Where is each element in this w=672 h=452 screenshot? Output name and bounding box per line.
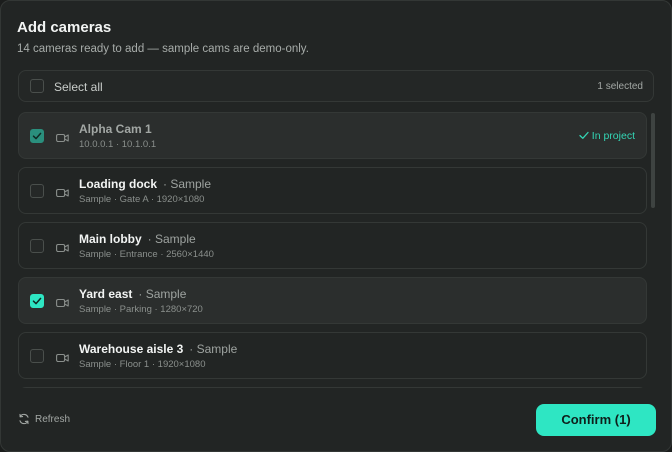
camera-row[interactable] <box>18 387 647 388</box>
camera-name: Main lobby · Sample <box>79 232 196 246</box>
sample-tag: · Sample <box>138 287 187 301</box>
camera-meta: Sample · Parking · 1280×720 <box>79 304 203 315</box>
refresh-label: Refresh <box>35 414 71 425</box>
camera-row[interactable]: Loading dock · Sample Sample · Gate A · 1… <box>18 167 647 214</box>
camera-row[interactable]: Main lobby · Sample Sample · Entrance · 2… <box>18 222 647 269</box>
camera-icon <box>56 240 69 258</box>
camera-checkbox[interactable] <box>30 239 44 253</box>
camera-name: Yard east · Sample <box>79 287 187 301</box>
camera-icon <box>56 295 69 313</box>
camera-meta: Sample · Entrance · 2560×1440 <box>79 249 214 260</box>
sample-tag: · Sample <box>147 232 196 246</box>
add-cameras-dialog: Add cameras 14 cameras ready to add — sa… <box>0 0 672 452</box>
scrollbar-thumb[interactable] <box>651 113 655 208</box>
sample-tag: · Sample <box>189 342 238 356</box>
camera-checkbox[interactable] <box>30 184 44 198</box>
camera-meta: 10.0.0.1 · 10.1.0.1 <box>79 139 157 150</box>
camera-checkbox[interactable] <box>30 349 44 363</box>
confirm-button[interactable]: Confirm (1) <box>536 404 656 436</box>
camera-icon <box>56 185 69 203</box>
camera-meta: Sample · Gate A · 1920×1080 <box>79 194 205 205</box>
camera-name: Loading dock · Sample <box>79 177 212 191</box>
camera-meta: Sample · Floor 1 · 1920×1080 <box>79 359 206 370</box>
camera-name: Alpha Cam 1 <box>79 122 152 136</box>
camera-row[interactable]: Yard east · Sample Sample · Parking · 128… <box>18 277 647 324</box>
selected-count: 1 selected <box>597 81 643 92</box>
camera-icon <box>56 130 69 148</box>
camera-checkbox[interactable] <box>30 129 44 143</box>
select-all-checkbox[interactable] <box>30 79 44 93</box>
camera-row[interactable]: Warehouse aisle 3 · Sample Sample · Floor… <box>18 332 647 379</box>
select-all-row[interactable]: Select all 1 selected <box>18 70 654 102</box>
camera-name: Warehouse aisle 3 · Sample <box>79 342 238 356</box>
refresh-icon <box>19 413 29 425</box>
check-icon <box>579 131 589 139</box>
camera-icon <box>56 350 69 368</box>
in-project-badge: In project <box>579 130 635 142</box>
camera-row[interactable]: Alpha Cam 1 10.0.0.1 · 10.1.0.1 In proje… <box>18 112 647 159</box>
dialog-title: Add cameras <box>17 19 112 36</box>
select-all-label: Select all <box>54 80 103 94</box>
camera-list[interactable]: Alpha Cam 1 10.0.0.1 · 10.1.0.1 In proje… <box>18 112 648 388</box>
sample-tag: · Sample <box>163 177 212 191</box>
dialog-subtitle: 14 cameras ready to add — sample cams ar… <box>17 43 309 55</box>
camera-checkbox[interactable] <box>30 294 44 308</box>
